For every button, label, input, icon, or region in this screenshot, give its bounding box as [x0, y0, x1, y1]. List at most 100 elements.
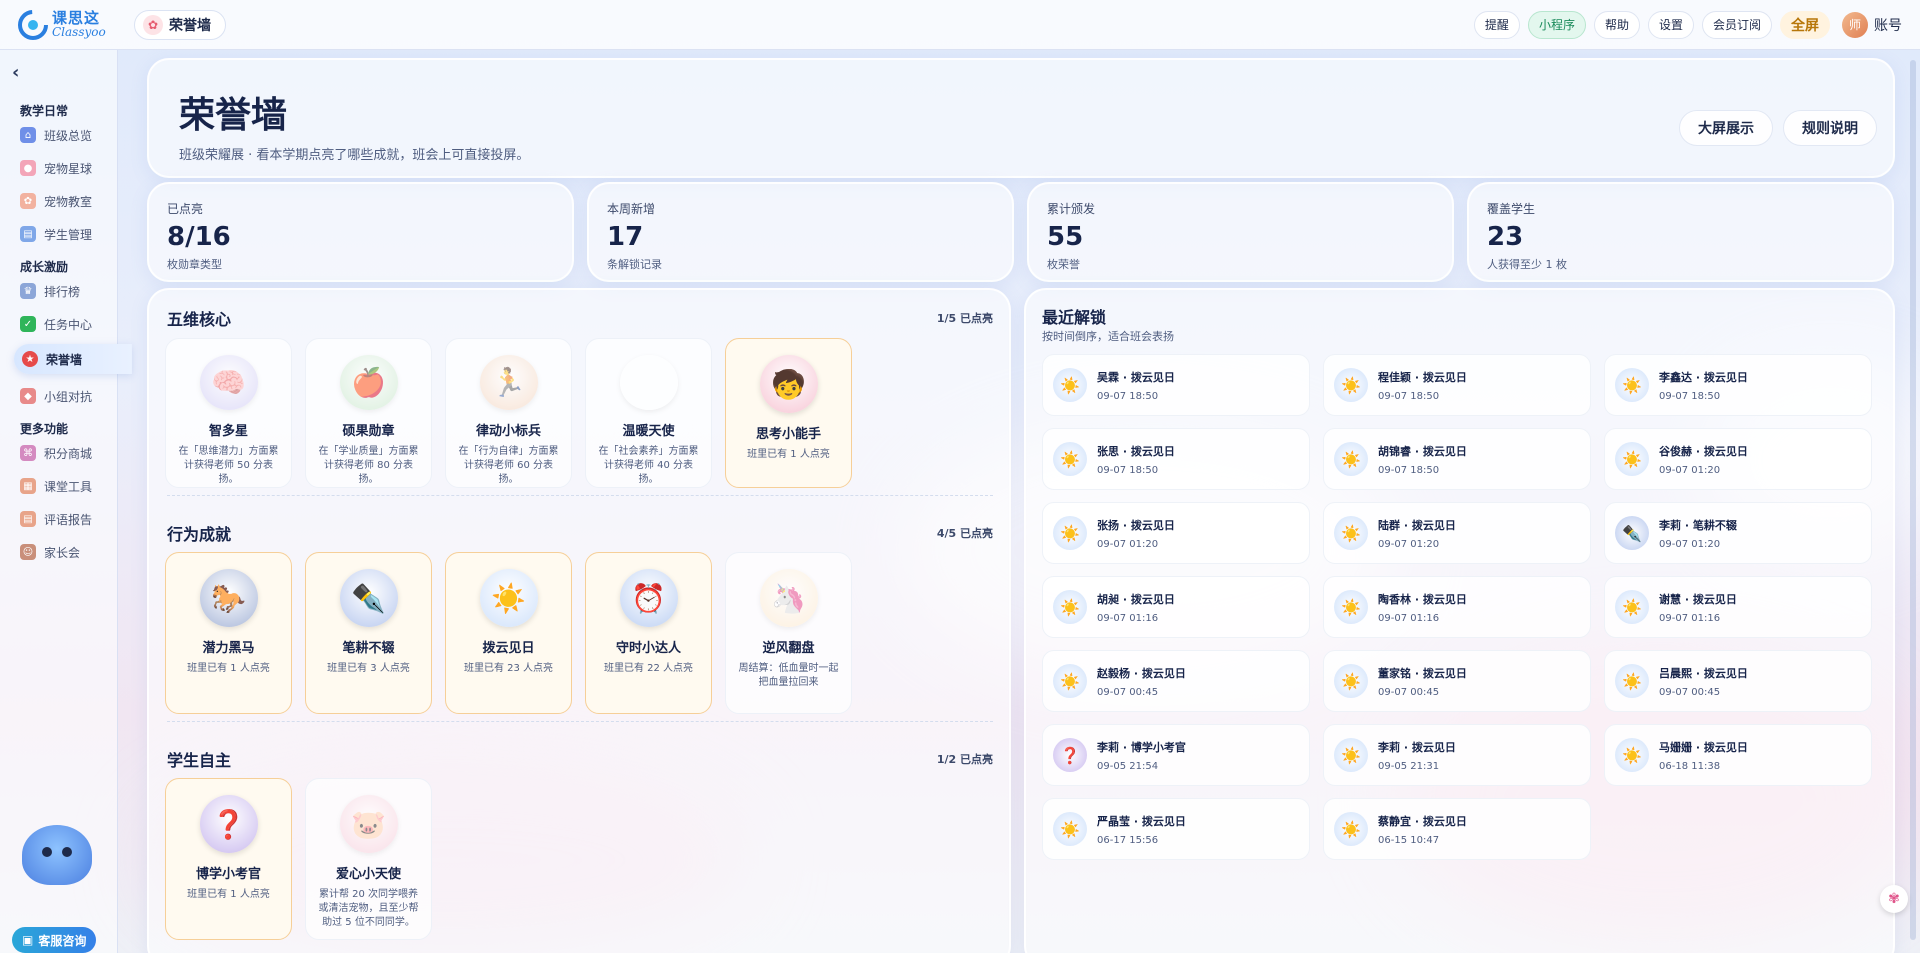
unlock-record[interactable]: ☀️ 陆群 · 拨云见日 09-07 01:20: [1323, 502, 1591, 564]
account-label: 账号: [1874, 17, 1902, 34]
badge-card[interactable]: 🐷 爱心小天使 累计帮 20 次同学喂养或清洁宠物，且至少帮助过 5 位不同同学。: [305, 778, 432, 940]
badge-icon: ☀️: [1053, 590, 1087, 624]
home-icon: ⌂: [20, 127, 36, 143]
badge-card[interactable]: ✒️ 笔耕不辍 班里已有 3 人点亮: [305, 552, 432, 714]
badge-card[interactable]: ❓ 博学小考官 班里已有 1 人点亮: [165, 778, 292, 940]
sidebar-item-pet-planet[interactable]: ● 宠物星球: [20, 158, 92, 178]
record-time: 09-07 01:16: [1097, 612, 1159, 624]
unlock-record[interactable]: ☀️ 胡锦睿 · 拨云见日 09-07 18:50: [1323, 428, 1591, 490]
sidebar-item-student-mgmt[interactable]: ▤ 学生管理: [20, 224, 92, 244]
sidebar-item-honor-wall[interactable]: ★ 荣誉墙: [14, 344, 132, 374]
unlock-record[interactable]: ☀️ 吴霖 · 拨云见日 09-07 18:50: [1042, 354, 1310, 416]
stat-card-students: 覆盖学生 23 人获得至少 1 枚: [1467, 182, 1894, 282]
record-title: 张扬 · 拨云见日: [1097, 518, 1175, 532]
account-menu[interactable]: 师 账号: [1842, 11, 1902, 38]
document-icon: ▤: [20, 226, 36, 242]
unlock-record[interactable]: ☀️ 张扬 · 拨云见日 09-07 01:20: [1042, 502, 1310, 564]
badge-card[interactable]: ☀️ 拨云见日 班里已有 23 人点亮: [445, 552, 572, 714]
badge-card[interactable]: 🦄 逆风翻盘 周结算：低血量时一起把血量拉回来: [725, 552, 852, 714]
sidebar-item-comment-report[interactable]: ▤ 评语报告: [20, 509, 92, 529]
unlock-record[interactable]: ☀️ 李莉 · 拨云见日 09-05 21:31: [1323, 724, 1591, 786]
sidebar-item-pet-classroom[interactable]: ✿ 宠物教室: [20, 191, 92, 211]
sidebar-item-task-center[interactable]: ✓ 任务中心: [20, 314, 92, 334]
membership-button[interactable]: 会员订阅: [1701, 10, 1772, 39]
badge-card[interactable]: 🏃 律动小标兵 在「行为自律」方面累计获得老师 60 分表扬。: [445, 338, 572, 488]
avatar: 师: [1842, 11, 1868, 38]
logo-en-text: Classyoo: [52, 25, 106, 39]
badge-icon: ☀️: [1334, 812, 1368, 846]
page-scrollbar[interactable]: [1910, 60, 1916, 940]
unlock-record[interactable]: ☀️ 陶香林 · 拨云见日 09-07 01:16: [1323, 576, 1591, 638]
badge-icon: ☀️: [1334, 368, 1368, 402]
badge-card[interactable]: 🧒 思考小能手 班里已有 1 人点亮: [725, 338, 852, 488]
unlock-record[interactable]: ☀️ 谢慧 · 拨云见日 09-07 01:16: [1604, 576, 1872, 638]
customer-service-button[interactable]: ▣ 客服咨询: [12, 927, 97, 953]
sidebar-item-leaderboard[interactable]: ♛ 排行榜: [20, 281, 80, 301]
sidebar-item-group-battle[interactable]: ◆ 小组对抗: [20, 386, 92, 406]
current-page-chip[interactable]: ✿ 荣誉墙: [134, 9, 226, 40]
help-button[interactable]: 帮助: [1593, 10, 1640, 39]
sidebar-item-parent-meeting[interactable]: ☺ 家长会: [20, 542, 80, 562]
unlock-record[interactable]: ☀️ 赵毅杨 · 拨云见日 09-07 00:45: [1042, 650, 1310, 712]
stat-value: 17: [607, 222, 644, 252]
unlock-record[interactable]: ☀️ 胡昶 · 拨云见日 09-07 01:16: [1042, 576, 1310, 638]
sidebar-item-label: 荣誉墙: [46, 352, 83, 367]
recent-unlocks-panel: 最近解锁 按时间倒序，适合班会表扬 ☀️ 吴霖 · 拨云见日 09-07 18:50…: [1024, 288, 1895, 953]
big-screen-button[interactable]: 大屏展示: [1679, 110, 1773, 146]
unlock-record[interactable]: ❓ 李莉 · 博学小考官 09-05 21:54: [1042, 724, 1310, 786]
badge-icon: ☀️: [1615, 738, 1649, 772]
unlock-record[interactable]: ☀️ 张思 · 拨云见日 09-07 18:50: [1042, 428, 1310, 490]
brain-icon[interactable]: ✾: [1880, 885, 1908, 913]
app-logo[interactable]: 课思这 Classyoo: [18, 9, 114, 40]
rules-button[interactable]: 规则说明: [1783, 110, 1877, 146]
unlock-record[interactable]: ☀️ 李鑫达 · 拨云见日 09-07 18:50: [1604, 354, 1872, 416]
sidebar-item-label: 课堂工具: [44, 479, 93, 494]
stat-value: 23: [1487, 222, 1524, 252]
badge-name: 博学小考官: [195, 867, 261, 882]
section-title: 行为成就: [167, 525, 232, 544]
unlock-record[interactable]: ☀️ 蔡静宜 · 拨云见日 06-15 10:47: [1323, 798, 1591, 860]
badge-card[interactable]: ⏰ 守时小达人 班里已有 22 人点亮: [585, 552, 712, 714]
stat-value: 55: [1047, 222, 1084, 252]
fullscreen-button[interactable]: 全屏: [1780, 10, 1830, 39]
recent-subtitle: 按时间倒序，适合班会表扬: [1042, 330, 1174, 343]
medal-icon: ❓: [199, 795, 258, 853]
badge-card[interactable]: 温暖天使 在「社会素养」方面累计获得老师 40 分表扬。: [585, 338, 712, 488]
miniprogram-button[interactable]: 小程序: [1527, 10, 1586, 39]
unlock-record[interactable]: ☀️ 谷俊赫 · 拨云见日 09-07 01:20: [1604, 428, 1872, 490]
remind-button[interactable]: 提醒: [1473, 10, 1520, 39]
collapse-sidebar-icon[interactable]: ‹: [12, 62, 32, 83]
sidebar-item-class-overview[interactable]: ⌂ 班级总览: [20, 125, 92, 145]
record-time: 06-18 11:38: [1659, 760, 1721, 772]
section-count: 1/5 已点亮: [936, 312, 993, 325]
unlock-record[interactable]: ☀️ 吕晨熙 · 拨云见日 09-07 00:45: [1604, 650, 1872, 712]
unlock-record[interactable]: ✒️ 李莉 · 笔耕不辍 09-07 01:20: [1604, 502, 1872, 564]
badge-card[interactable]: 🍎 硕果勋章 在「学业质量」方面累计获得老师 80 分表扬。: [305, 338, 432, 488]
unlock-record[interactable]: ☀️ 严晶莹 · 拨云见日 06-17 15:56: [1042, 798, 1310, 860]
record-time: 09-07 01:20: [1659, 464, 1721, 476]
record-title: 李莉 · 拨云见日: [1378, 740, 1456, 754]
badge-icon: ☀️: [1334, 738, 1368, 772]
record-time: 09-05 21:54: [1097, 760, 1159, 772]
badge-description: 班里已有 1 人点亮: [747, 449, 830, 460]
sidebar-item-points-mall[interactable]: ⌘ 积分商城: [20, 443, 92, 463]
clipboard-icon: ▦: [20, 478, 36, 494]
record-time: 09-07 01:20: [1097, 538, 1159, 550]
record-title: 谷俊赫 · 拨云见日: [1659, 444, 1748, 458]
unlock-record[interactable]: ☀️ 程佳颖 · 拨云见日 09-07 18:50: [1323, 354, 1591, 416]
medal-icon: 🐷: [339, 795, 398, 853]
unlock-record[interactable]: ☀️ 董家铭 · 拨云见日 09-07 00:45: [1323, 650, 1591, 712]
record-time: 09-07 18:50: [1659, 390, 1721, 402]
unlock-record[interactable]: ☀️ 马姗姗 · 拨云见日 06-18 11:38: [1604, 724, 1872, 786]
settings-button[interactable]: 设置: [1647, 10, 1694, 39]
stat-note: 人获得至少 1 枚: [1487, 258, 1567, 271]
sidebar-item-class-tools[interactable]: ▦ 课堂工具: [20, 476, 92, 496]
recent-title: 最近解锁: [1042, 308, 1107, 327]
badge-icon: ☀️: [1334, 664, 1368, 698]
planet-icon: ●: [20, 160, 36, 176]
badge-card[interactable]: 🐎 潜力黑马 班里已有 1 人点亮: [165, 552, 292, 714]
record-time: 09-07 00:45: [1097, 686, 1159, 698]
record-title: 李莉 · 博学小考官: [1097, 740, 1186, 754]
badge-card[interactable]: 🧠 智多星 在「思维潜力」方面累计获得老师 50 分表扬。: [165, 338, 292, 488]
badge-name: 笔耕不辍: [342, 641, 395, 656]
